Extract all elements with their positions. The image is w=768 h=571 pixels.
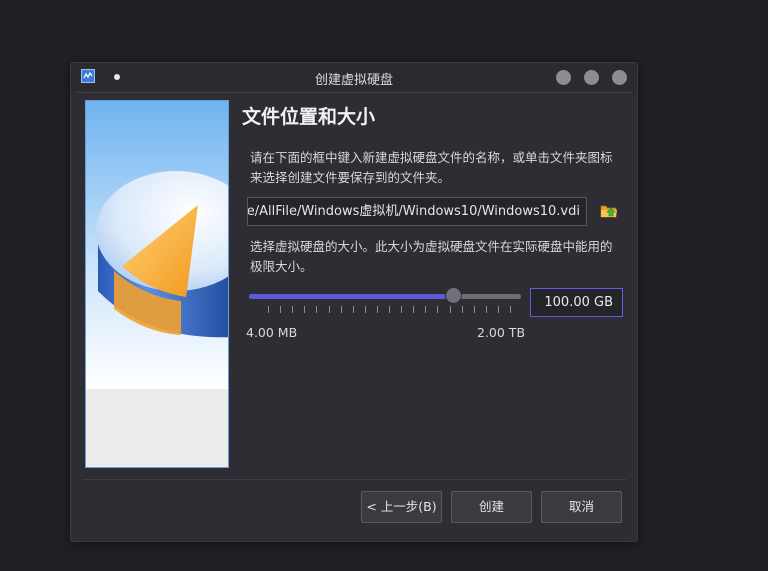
size-instructions: 选择虚拟硬盘的大小。此大小为虚拟硬盘文件在实际硬盘中能用的极限大小。 (250, 239, 613, 274)
slider-tick (413, 306, 415, 313)
slider-tick (497, 306, 499, 313)
title-divider (76, 92, 632, 93)
slider-tick (449, 306, 451, 313)
slider-tick (268, 306, 269, 313)
cancel-button[interactable]: 取消 (541, 491, 622, 523)
slider-tick (340, 306, 342, 313)
folder-open-icon[interactable] (600, 203, 618, 219)
slider-handle[interactable] (444, 287, 462, 304)
slider-tick (304, 306, 306, 313)
slider-tick (485, 306, 487, 313)
file-location-instructions: 请在下面的框中键入新建虚拟硬盘文件的名称，或单击文件夹图标来选择创建文件要保存到… (250, 150, 613, 185)
footer-divider (82, 479, 626, 480)
slider-tick (328, 306, 330, 313)
maximize-icon[interactable] (584, 70, 599, 85)
size-max-label: 2.00 TB (477, 325, 526, 340)
slider-tick (425, 306, 427, 313)
slider-tick (389, 306, 390, 313)
disk-size-input[interactable]: 100.00 GB (530, 288, 623, 317)
title-bar[interactable]: 创建虚拟硬盘 (71, 63, 637, 91)
slider-tick (510, 306, 511, 313)
create-virtual-disk-dialog: 创建虚拟硬盘 文件位置和大小 请在下面的框中键入新建虚拟硬盘文件的名称，或单击文… (70, 62, 638, 542)
slider-tick (280, 306, 282, 313)
slider-tick (376, 306, 378, 313)
close-icon[interactable] (612, 70, 627, 85)
slider-tick (437, 306, 439, 313)
create-button[interactable]: 创建 (451, 491, 532, 523)
slider-tick (364, 306, 366, 313)
file-path-input[interactable]: /home/AllFile/Windows虚拟机/Windows10/Windo… (247, 197, 587, 226)
file-path-value: /home/AllFile/Windows虚拟机/Windows10/Windo… (247, 204, 580, 219)
window-title: 创建虚拟硬盘 (314, 73, 393, 88)
disk-size-slider[interactable] (247, 285, 521, 309)
slider-fill (249, 294, 453, 299)
slider-tick (316, 306, 318, 313)
slider-tick (461, 306, 463, 313)
minimize-icon[interactable] (556, 70, 571, 85)
size-min-label: 4.00 MB (246, 325, 298, 340)
back-button[interactable]: < 上一步(B) (361, 491, 442, 523)
slider-tick (292, 306, 294, 313)
slider-tick (473, 306, 475, 313)
slider-tick (401, 306, 403, 313)
slider-tick (352, 306, 354, 313)
hard-disk-illustration (85, 100, 229, 468)
page-heading: 文件位置和大小 (242, 106, 376, 128)
